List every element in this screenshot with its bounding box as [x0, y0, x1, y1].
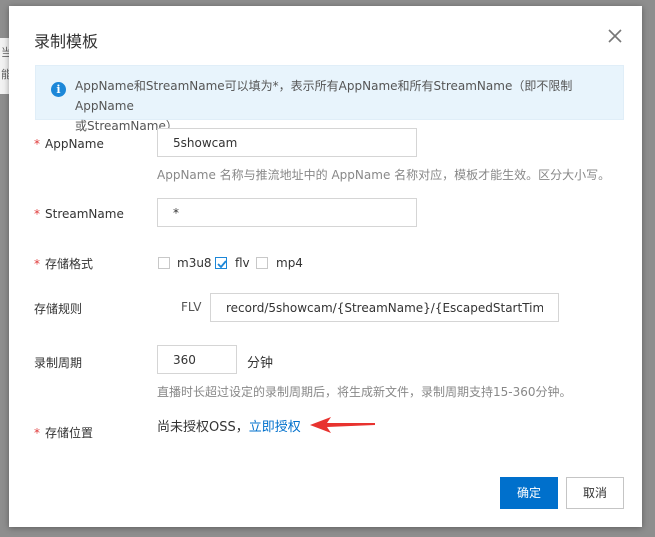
appname-label: * AppName: [34, 137, 104, 151]
period-label: 录制周期: [34, 356, 83, 370]
storage-status: 尚未授权OSS，立即授权: [157, 420, 301, 435]
m3u8-label: m3u8: [177, 256, 212, 270]
confirm-button[interactable]: 确定: [500, 477, 558, 509]
info-alert: i AppName和StreamName可以填为*，表示所有AppName和所有…: [35, 65, 624, 133]
period-unit: 分钟: [247, 356, 274, 371]
period-hint: 直播时长超过设定的录制周期后，将生成新文件，录制周期支持15-360分钟。: [157, 385, 572, 399]
authorize-link[interactable]: 立即授权: [249, 420, 301, 435]
rule-prefix: FLV: [181, 300, 202, 314]
alert-message: AppName和StreamName可以填为*，表示所有AppName和所有St…: [75, 79, 573, 133]
info-icon: i: [51, 82, 66, 97]
format-label: * 存储格式: [34, 257, 94, 271]
streamname-input[interactable]: [157, 198, 417, 227]
checkmark-icon: [217, 260, 227, 269]
cancel-button[interactable]: 取消: [566, 477, 624, 509]
red-arrow-annotation: [310, 417, 375, 433]
appname-input[interactable]: [157, 128, 417, 157]
streamname-label: * StreamName: [34, 207, 124, 221]
rule-input[interactable]: [210, 293, 559, 322]
appname-hint: AppName 名称与推流地址中的 AppName 名称对应，模板才能生效。区分…: [157, 168, 611, 182]
dialog-title: 录制模板: [34, 32, 99, 51]
record-template-dialog: 录制模板 i AppName和StreamName可以填为*，表示所有AppNa…: [9, 6, 642, 527]
flv-label: flv: [235, 256, 250, 270]
mp4-label: mp4: [276, 256, 303, 270]
period-input[interactable]: [157, 345, 237, 374]
flv-checkbox[interactable]: [215, 257, 227, 269]
m3u8-checkbox[interactable]: [158, 257, 170, 269]
rule-label: 存储规则: [34, 302, 83, 316]
mp4-checkbox[interactable]: [256, 257, 268, 269]
storage-label: * 存储位置: [34, 426, 94, 440]
close-icon[interactable]: [606, 26, 624, 46]
